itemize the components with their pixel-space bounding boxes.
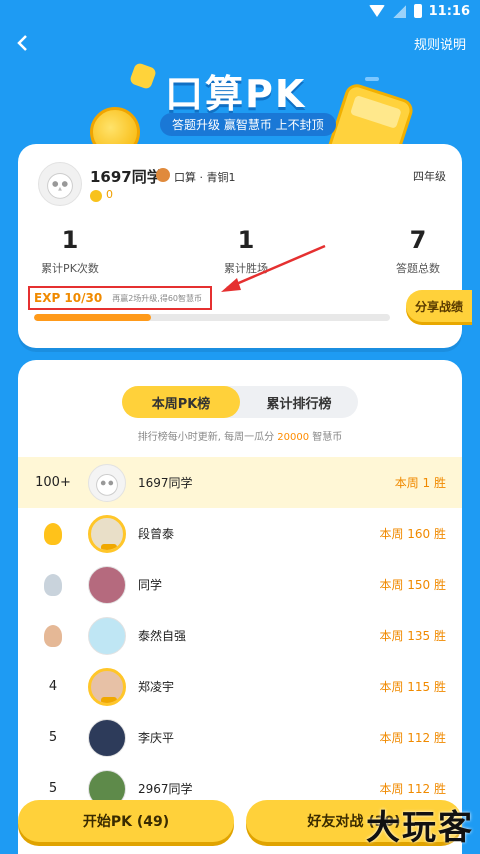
status-bar: 11:16	[0, 0, 480, 24]
tab-weekly-pk[interactable]: 本周PK榜	[122, 386, 240, 418]
weekly-wins: 本周 160 胜	[379, 527, 446, 541]
rank-position	[18, 624, 88, 647]
weekly-wins: 本周 150 胜	[379, 578, 446, 592]
decoration-dash	[365, 77, 379, 81]
battery-icon	[414, 4, 422, 18]
silver-medal-icon	[44, 573, 62, 596]
rank-position: 5	[48, 730, 58, 745]
avatar	[88, 667, 126, 706]
gold-medal-icon	[44, 522, 62, 545]
table-row[interactable]: 5 李庆平 本周 112 胜	[18, 712, 462, 763]
rank-position: 100+	[35, 475, 71, 490]
leaderboard-tabs: 本周PK榜 累计排行榜	[122, 386, 358, 418]
exp-label: EXP 10/30	[34, 291, 103, 305]
profile-card: 1697同学 口算 · 青铜1 0 四年级 1 累计PK次数 1 累计胜场 7 …	[18, 144, 472, 348]
player-name: 同学	[138, 578, 163, 592]
rank-position	[18, 522, 88, 545]
weekly-wins: 本周 1 胜	[394, 476, 446, 490]
exp-progress-fill	[34, 314, 152, 321]
avatar	[88, 565, 126, 604]
note-prefix: 排行榜每小时更新, 每周一瓜分	[137, 432, 275, 443]
exp-highlight-box: EXP 10/30 再赢2场升级,得60智慧币	[28, 286, 212, 310]
table-row[interactable]: 100+ 1697同学 本周 1 胜	[18, 457, 462, 508]
stat-total-answers: 7 答题总数	[358, 226, 478, 276]
stat-label: 答题总数	[396, 262, 440, 275]
grade-label: 四年级	[413, 170, 446, 183]
note-amount: 20000	[277, 432, 310, 443]
rank-position	[18, 573, 88, 596]
table-row[interactable]: 段曾泰 本周 160 胜	[18, 508, 462, 559]
vip-badge-icon	[101, 696, 117, 703]
avatar	[88, 463, 126, 502]
coin-icon	[90, 190, 102, 202]
note-suffix: 智慧币	[312, 432, 343, 443]
rules-link[interactable]: 规则说明	[414, 34, 466, 53]
watermark: 大玩客	[366, 808, 474, 848]
annotation-arrow	[221, 244, 326, 292]
bronze-medal-icon	[44, 624, 62, 647]
player-name: 1697同学	[138, 476, 193, 490]
stat-value: 7	[409, 226, 427, 254]
status-time: 11:16	[428, 4, 470, 19]
avatar	[88, 514, 126, 553]
weekly-wins: 本周 135 胜	[379, 629, 446, 643]
banner-subtitle: 答题升级 赢智慧币 上不封顶	[160, 113, 336, 136]
avatar	[88, 718, 126, 757]
star-icon	[128, 61, 158, 91]
vip-badge-icon	[101, 543, 117, 550]
rank-level: 口算 · 青铜1	[174, 171, 236, 184]
top-bar: 规则说明	[0, 28, 480, 58]
rank-position: 4	[48, 679, 58, 694]
share-button[interactable]: 分享战绩	[406, 290, 472, 322]
avatar[interactable]	[38, 162, 82, 206]
rank-position: 5	[48, 781, 58, 796]
wifi-icon	[369, 5, 385, 17]
table-row[interactable]: 泰然自强 本周 135 胜	[18, 610, 462, 661]
weekly-wins: 本周 112 胜	[379, 782, 446, 796]
start-pk-button[interactable]: 开始PK (49)	[18, 800, 234, 842]
coin-count: 0	[106, 188, 113, 201]
status-icons	[369, 4, 422, 18]
signal-icon	[393, 4, 406, 18]
stat-total-pk: 1 累计PK次数	[10, 226, 130, 276]
exp-hint: 再赢2场升级,得60智慧币	[112, 293, 203, 303]
table-row[interactable]: 同学 本周 150 胜	[18, 559, 462, 610]
owl-avatar-icon	[96, 473, 118, 496]
leaderboard-card: 本周PK榜 累计排行榜 排行榜每小时更新, 每周一瓜分 20000 智慧币 10…	[18, 360, 462, 854]
player-name: 郑凌宇	[138, 680, 175, 694]
table-row[interactable]: 4 郑凌宇 本周 115 胜	[18, 661, 462, 712]
avatar	[88, 616, 126, 655]
back-icon[interactable]	[12, 32, 34, 54]
stat-value: 1	[61, 226, 79, 254]
stat-label: 累计PK次数	[41, 262, 99, 275]
player-name: 2967同学	[138, 782, 193, 796]
banner-title: 口算PK	[165, 72, 307, 116]
player-name: 泰然自强	[138, 629, 187, 643]
tab-total-ranking[interactable]: 累计排行榜	[240, 386, 358, 418]
banner: 口算PK 答题升级 赢智慧币 上不封顶	[0, 55, 480, 179]
player-name: 段曾泰	[138, 527, 175, 541]
rank-badge-icon	[156, 168, 170, 182]
owl-avatar-icon	[47, 173, 73, 199]
weekly-wins: 本周 115 胜	[379, 680, 446, 694]
player-name: 李庆平	[138, 731, 175, 745]
username: 1697同学	[90, 168, 162, 186]
leaderboard-note: 排行榜每小时更新, 每周一瓜分 20000 智慧币	[18, 428, 462, 443]
weekly-wins: 本周 112 胜	[379, 731, 446, 745]
exp-progress-bar	[34, 314, 390, 321]
